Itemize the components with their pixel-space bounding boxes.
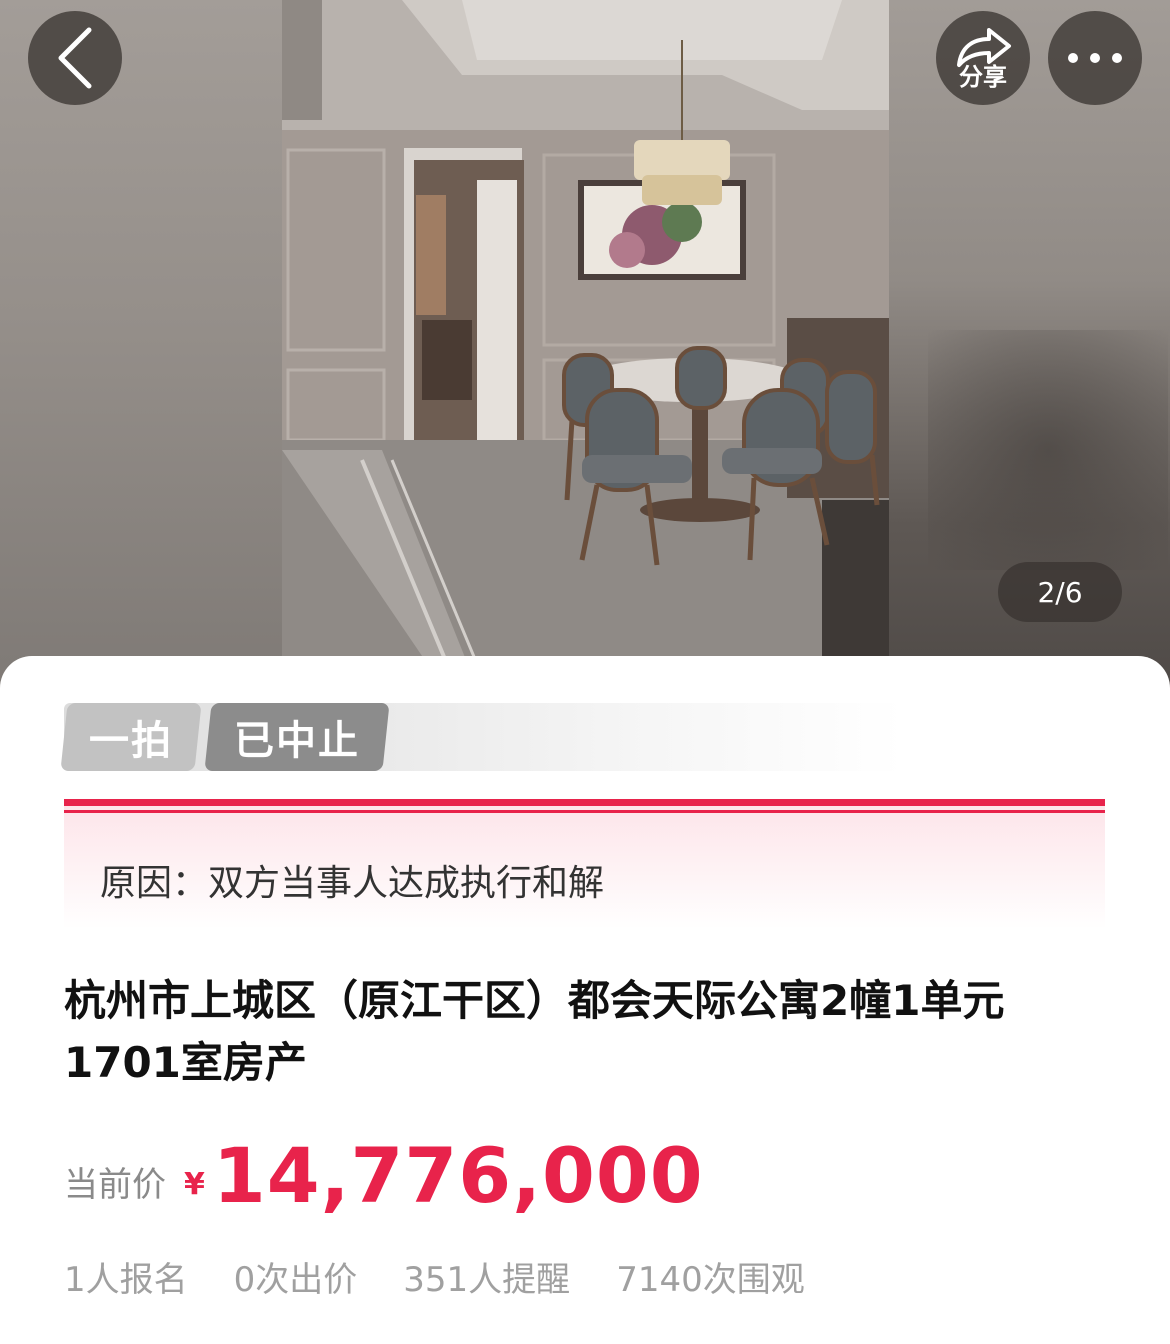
dining-room-photo <box>282 0 889 700</box>
reason-notice: 原因：双方当事人达成执行和解 <box>64 799 1105 929</box>
auction-info-card: 一拍 已中止 原因：双方当事人达成执行和解 杭州市上城区（原江干区）都会天际公寓… <box>0 656 1170 1344</box>
auction-round-label: 一拍 <box>89 718 173 764</box>
reason-text: 原因：双方当事人达成执行和解 <box>100 863 605 904</box>
listing-title: 杭州市上城区（原江干区）都会天际公寓2幢1单元1701室房产 <box>64 976 1005 1087</box>
reminder-count: 351人提醒 <box>403 1260 571 1300</box>
auction-round-tag: 一拍 <box>60 703 202 771</box>
auction-stats: 1人报名 0次出价 351人提醒 7140次围观 <box>64 1252 851 1301</box>
signup-count: 1人报名 <box>64 1260 188 1300</box>
more-button[interactable] <box>1048 11 1142 105</box>
share-label: 分享 <box>959 63 1007 91</box>
back-button[interactable] <box>28 11 122 105</box>
auction-status-tag: 已中止 <box>204 703 390 771</box>
chevron-left-icon <box>58 27 92 89</box>
gallery-blur-left <box>0 0 282 700</box>
price-label: 当前价 <box>64 1165 166 1205</box>
price-currency: ¥ <box>184 1167 205 1202</box>
auction-status-label: 已中止 <box>234 718 360 764</box>
more-dots-icon <box>1068 53 1122 63</box>
price-row: 当前价 ¥ 14,776,000 <box>64 1134 704 1224</box>
image-counter: 2/6 <box>998 562 1122 622</box>
current-price: 14,776,000 <box>212 1131 704 1220</box>
share-button[interactable]: 分享 <box>936 11 1030 105</box>
bid-count: 0次出价 <box>233 1260 358 1300</box>
view-count: 7140次围观 <box>616 1260 805 1300</box>
photo-gallery[interactable]: 分享 2/6 <box>0 0 1170 700</box>
